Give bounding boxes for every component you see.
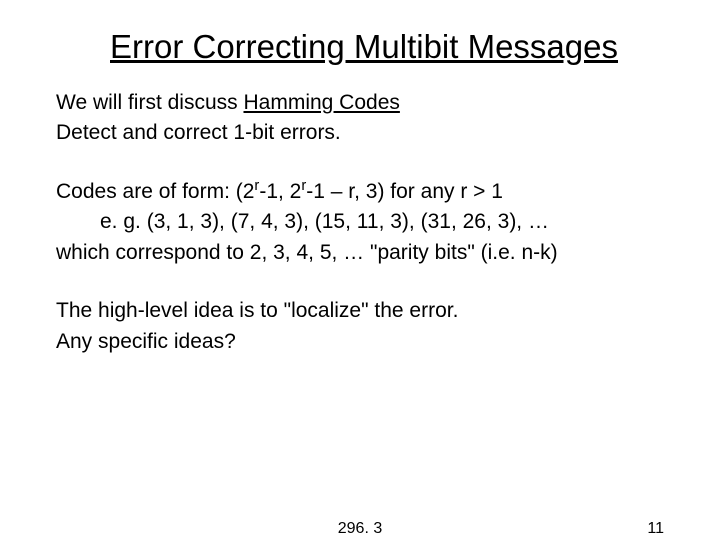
intro-line-2: Detect and correct 1-bit errors. xyxy=(56,118,672,148)
codes-paragraph: Codes are of form: (2r-1, 2r-1 – r, 3) f… xyxy=(56,177,672,268)
slide-body: We will first discuss Hamming Codes Dete… xyxy=(56,88,672,357)
codes-line-2: e. g. (3, 1, 3), (7, 4, 3), (15, 11, 3),… xyxy=(100,207,672,237)
footer-page-number: 11 xyxy=(647,520,664,538)
codes-text-a: Codes are of form: (2 xyxy=(56,180,254,203)
codes-line-3: which correspond to 2, 3, 4, 5, … "parit… xyxy=(56,238,672,268)
slide-title: Error Correcting Multibit Messages xyxy=(56,28,672,66)
closing-paragraph: The high-level idea is to "localize" the… xyxy=(56,296,672,357)
slide: Error Correcting Multibit Messages We wi… xyxy=(0,0,720,540)
intro-paragraph: We will first discuss Hamming Codes Dete… xyxy=(56,88,672,149)
closing-line-2: Any specific ideas? xyxy=(56,327,672,357)
closing-line-1: The high-level idea is to "localize" the… xyxy=(56,296,672,326)
codes-text-c: -1 – r, 3) for any r > 1 xyxy=(306,180,503,203)
codes-line-1: Codes are of form: (2r-1, 2r-1 – r, 3) f… xyxy=(56,177,672,207)
codes-text-b: -1, 2 xyxy=(259,180,301,203)
intro-line-1: We will first discuss Hamming Codes xyxy=(56,88,672,118)
hamming-codes-term: Hamming Codes xyxy=(243,91,399,114)
footer-course-number: 296. 3 xyxy=(338,520,382,538)
intro-text-a: We will first discuss xyxy=(56,91,243,114)
